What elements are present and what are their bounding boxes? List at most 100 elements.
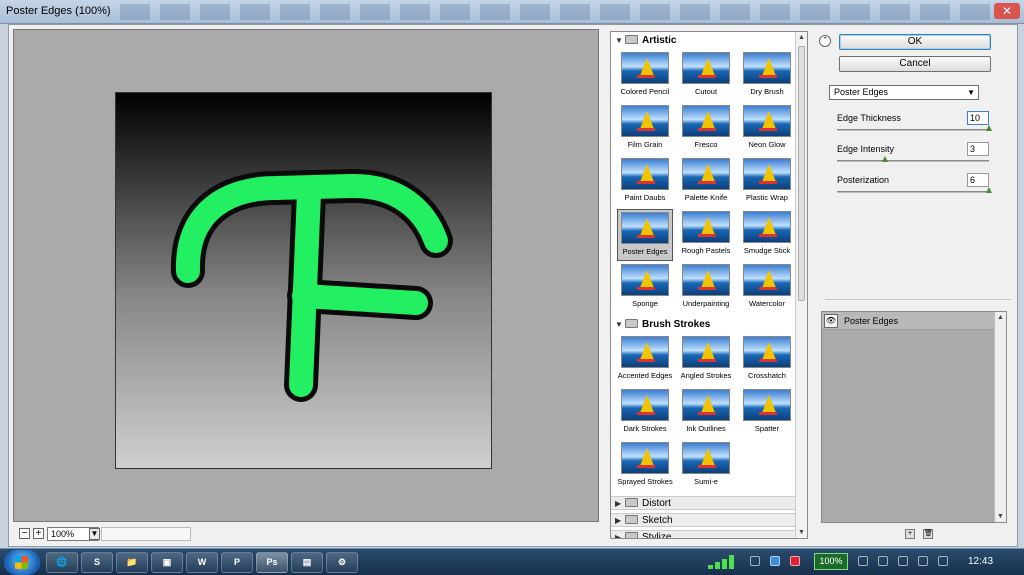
category-brush-strokes[interactable]: ▼ Brush Strokes <box>611 318 796 332</box>
scroll-down-arrow-icon[interactable]: ▼ <box>997 513 1004 520</box>
filter-angled-strokes[interactable]: Angled Strokes <box>678 334 734 386</box>
ok-button[interactable]: OK <box>839 34 991 50</box>
filter-label: Smudge Stick <box>743 246 791 255</box>
battery-indicator[interactable]: 100% <box>814 553 848 570</box>
category-label: Stylize <box>642 532 672 539</box>
taskbar-app-green-icon[interactable]: ▤ <box>291 552 323 573</box>
filter-dry-brush[interactable]: Dry Brush <box>739 50 795 102</box>
layers-scrollbar[interactable]: ▲ ▼ <box>994 312 1006 522</box>
filter-label: Paint Daubs <box>624 193 666 202</box>
taskbar-app-settings-icon[interactable]: ⚙ <box>326 552 358 573</box>
filter-select[interactable]: Poster Edges ▼ <box>829 85 979 100</box>
trash-icon[interactable]: 🗑 <box>923 529 933 539</box>
filter-label: Sponge <box>632 299 658 308</box>
filter-plastic-wrap[interactable]: Plastic Wrap <box>739 156 795 208</box>
taskbar-word-icon[interactable]: W <box>186 552 218 573</box>
triangle-down-icon[interactable]: ▼ <box>615 34 625 48</box>
gallery-scroll-thumb[interactable] <box>798 46 805 301</box>
triangle-down-icon[interactable]: ▼ <box>615 318 625 332</box>
filter-sponge[interactable]: Sponge <box>617 262 673 314</box>
param-value-field[interactable]: 6 <box>967 173 989 187</box>
filter-neon-glow[interactable]: Neon Glow <box>739 103 795 155</box>
category-artistic[interactable]: ▼ Artistic <box>611 34 796 48</box>
close-window-button[interactable]: ✕ <box>994 3 1020 19</box>
triangle-right-icon[interactable]: ▶ <box>615 531 625 538</box>
monitor-icon[interactable] <box>898 556 908 566</box>
category-label: Sketch <box>642 515 673 526</box>
gallery-scrollbar[interactable]: ▲ ▼ <box>795 32 807 538</box>
app-tray-icon[interactable] <box>770 556 780 566</box>
filter-film-grain[interactable]: Film Grain <box>617 103 673 155</box>
param-slider-track[interactable] <box>837 160 989 162</box>
filter-rough-pastels[interactable]: Rough Pastels <box>678 209 734 261</box>
letter-artwork <box>170 169 453 402</box>
category-stylize[interactable]: ▶ Stylize <box>611 530 796 539</box>
filter-label: Sprayed Strokes <box>617 477 673 486</box>
volume-icon[interactable] <box>938 556 948 566</box>
taskbar-folder-icon[interactable]: 📁 <box>116 552 148 573</box>
filter-gallery-list[interactable]: ▼ Artistic Colored Pencil Cutout Dry Brush Fi… <box>610 31 808 539</box>
taskbar-photoshop-icon[interactable]: Ps <box>256 552 288 573</box>
filter-label: Colored Pencil <box>620 87 670 96</box>
filter-paint-daubs[interactable]: Paint Daubs <box>617 156 673 208</box>
filter-watercolor[interactable]: Watercolor <box>739 262 795 314</box>
filter-poster-edges[interactable]: Poster Edges <box>617 209 673 261</box>
folder-icon <box>625 35 638 44</box>
taskbar-media-icon[interactable]: ▣ <box>151 552 183 573</box>
filter-spatter[interactable]: Spatter <box>739 387 795 439</box>
start-button[interactable] <box>4 550 40 575</box>
filter-dark-strokes[interactable]: Dark Strokes <box>617 387 673 439</box>
taskbar-powerpoint-icon[interactable]: P <box>221 552 253 573</box>
param-slider-knob[interactable] <box>881 156 888 162</box>
param-slider-knob[interactable] <box>986 125 992 131</box>
scroll-up-arrow-icon[interactable]: ▲ <box>798 34 805 41</box>
category-sketch[interactable]: ▶ Sketch <box>611 513 796 527</box>
zoom-out-button[interactable]: − <box>19 528 30 539</box>
signal-strength-icon[interactable] <box>708 555 742 569</box>
param-value-field[interactable]: 10 <box>967 111 989 125</box>
filter-sumi-e[interactable]: Sumi-e <box>678 440 734 492</box>
network-icon[interactable] <box>750 556 760 566</box>
cancel-button[interactable]: Cancel <box>839 56 991 72</box>
param-slider-track[interactable] <box>837 129 989 131</box>
filter-ink-outlines[interactable]: Ink Outlines <box>678 387 734 439</box>
category-label: Distort <box>642 498 671 509</box>
alert-icon[interactable] <box>790 556 800 566</box>
preview-canvas[interactable] <box>115 92 492 469</box>
filter-crosshatch[interactable]: Crosshatch <box>739 334 795 386</box>
filter-smudge-stick[interactable]: Smudge Stick <box>739 209 795 261</box>
scroll-down-arrow-icon[interactable]: ▼ <box>798 529 805 536</box>
triangle-right-icon[interactable]: ▶ <box>615 497 625 511</box>
param-slider-knob[interactable] <box>986 187 992 193</box>
param-value-field[interactable]: 3 <box>967 142 989 156</box>
wifi-icon[interactable] <box>918 556 928 566</box>
clock[interactable]: 12:43 <box>968 556 993 567</box>
chevron-down-icon: ▼ <box>967 88 975 97</box>
cloud-icon[interactable] <box>858 556 868 566</box>
filter-thumbnail <box>682 442 730 474</box>
zoom-in-button[interactable]: + <box>33 528 44 539</box>
collapse-gallery-icon[interactable]: ⌃ <box>819 35 831 47</box>
zoom-scroll-track[interactable] <box>101 527 191 541</box>
filter-underpainting[interactable]: Underpainting <box>678 262 734 314</box>
filter-palette-knife[interactable]: Palette Knife <box>678 156 734 208</box>
category-distort[interactable]: ▶ Distort <box>611 496 796 510</box>
filter-cutout[interactable]: Cutout <box>678 50 734 102</box>
window-title: Poster Edges (100%) <box>6 5 111 17</box>
flag-icon[interactable] <box>878 556 888 566</box>
filter-fresco[interactable]: Fresco <box>678 103 734 155</box>
filter-select-value: Poster Edges <box>834 87 889 97</box>
param-slider-track[interactable] <box>837 191 989 193</box>
eye-icon[interactable]: 👁 <box>824 314 838 328</box>
zoom-dropdown-button[interactable]: ▼ <box>89 528 100 540</box>
filter-accented-edges[interactable]: Accented Edges <box>617 334 673 386</box>
triangle-right-icon[interactable]: ▶ <box>615 514 625 528</box>
new-effect-layer-icon[interactable]: + <box>905 529 915 539</box>
preview-area[interactable] <box>13 29 599 522</box>
taskbar-firefox-icon[interactable]: 🌐 <box>46 552 78 573</box>
effect-layer-row[interactable]: 👁 Poster Edges <box>822 312 994 330</box>
filter-sprayed-strokes[interactable]: Sprayed Strokes <box>617 440 673 492</box>
filter-colored-pencil[interactable]: Colored Pencil <box>617 50 673 102</box>
scroll-up-arrow-icon[interactable]: ▲ <box>997 314 1004 321</box>
taskbar-skype-icon[interactable]: S <box>81 552 113 573</box>
